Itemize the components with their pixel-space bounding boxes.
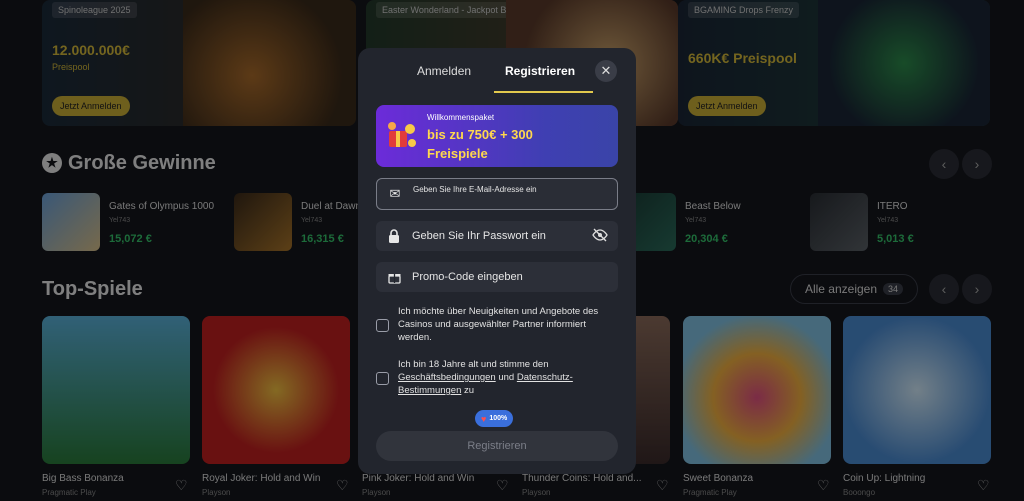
email-field[interactable]: ✉ Geben Sie Ihre E-Mail-Adresse ein [376, 178, 618, 210]
envelope-icon: ✉ [389, 186, 401, 201]
active-tab-indicator [494, 91, 593, 93]
badge-value: 100% [489, 415, 508, 422]
close-icon: ✕ [600, 63, 612, 78]
welcome-package-label: Willkommenspaket [427, 113, 495, 122]
promo-code-placeholder: Promo-Code eingeben [412, 271, 523, 283]
bonus-badge: ♥ 100% [475, 410, 514, 427]
terms-suffix: zu [464, 385, 475, 396]
auth-tabs: Anmelden Registrieren [358, 62, 636, 94]
terms-checkbox[interactable] [376, 372, 389, 385]
offer-line-2: Freispiele [427, 146, 488, 161]
gift-icon [376, 271, 412, 284]
newsletter-consent-text: Ich möchte über Neuigkeiten und Angebote… [398, 306, 599, 343]
password-placeholder: Geben Sie Ihr Passwort ein [412, 230, 546, 242]
tab-login[interactable]: Anmelden [417, 62, 471, 80]
lock-icon [376, 229, 412, 243]
tab-register[interactable]: Registrieren [505, 62, 575, 80]
offer-line-1: bis zu 750€ + 300 [427, 127, 533, 142]
registration-modal: Anmelden Registrieren ✕ Willkommenspaket… [358, 48, 636, 474]
badge-gift-icon: ♥ [481, 413, 487, 424]
terms-link[interactable]: Geschäftsbedingungen [398, 372, 496, 383]
welcome-package-banner: Willkommenspaket bis zu 750€ + 300 Freis… [376, 105, 618, 167]
terms-and: und [498, 372, 515, 383]
gift-illustration-icon [388, 122, 416, 147]
email-placeholder: Geben Sie Ihre E-Mail-Adresse ein [413, 185, 537, 194]
eye-off-icon[interactable] [592, 228, 608, 245]
close-button[interactable]: ✕ [595, 60, 617, 82]
newsletter-checkbox[interactable] [376, 319, 389, 332]
register-submit-button[interactable]: Registrieren [376, 431, 618, 461]
promo-code-field[interactable]: Promo-Code eingeben [376, 262, 618, 292]
welcome-package-offer: bis zu 750€ + 300 Freispiele [427, 125, 533, 163]
terms-prefix: Ich bin 18 Jahre alt und stimme den [398, 359, 549, 370]
terms-consent-text: Ich bin 18 Jahre alt und stimme den Gesc… [398, 358, 620, 397]
password-field[interactable]: Geben Sie Ihr Passwort ein [376, 221, 618, 251]
